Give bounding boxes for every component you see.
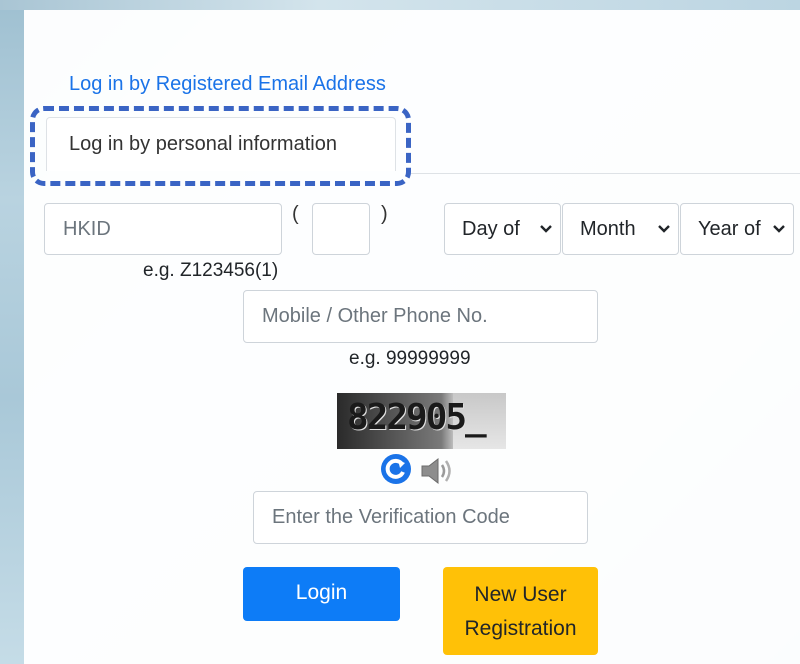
chevron-down-icon [538,204,554,254]
refresh-icon[interactable] [381,454,411,484]
login-button[interactable]: Login [243,567,400,621]
background-top [0,0,800,10]
hkid-open-paren: ( [292,203,299,225]
background-strip [0,0,24,664]
month-select-label: Month [580,218,636,240]
register-label-line1: New User [474,583,567,606]
hkid-example-hint: e.g. Z123456(1) [143,260,279,281]
tab-divider [410,173,800,174]
hkid-check-digit-input[interactable] [312,203,370,255]
speaker-icon[interactable] [418,454,456,488]
day-select-label: Day of [462,218,520,240]
tab-email-login[interactable]: Log in by Registered Email Address [69,73,386,96]
verification-code-input[interactable] [253,491,588,544]
new-user-registration-button[interactable]: New User Registration [443,567,598,655]
chevron-down-icon [771,204,787,254]
hkid-close-paren: ) [381,203,388,225]
captcha-image: 822905_ [337,393,506,449]
register-label-line2: Registration [464,617,577,640]
phone-example-hint: e.g. 99999999 [349,348,471,369]
chevron-down-icon [656,204,672,254]
tab-highlight-outline [30,106,411,186]
month-of-birth-select[interactable]: Month [562,203,679,255]
year-select-label: Year of [698,218,761,240]
day-of-birth-select[interactable]: Day of [444,203,561,255]
captcha-code: 822905_ [347,397,487,438]
hkid-input[interactable] [44,203,282,255]
year-of-birth-select[interactable]: Year of [680,203,794,255]
phone-input[interactable] [243,290,598,343]
